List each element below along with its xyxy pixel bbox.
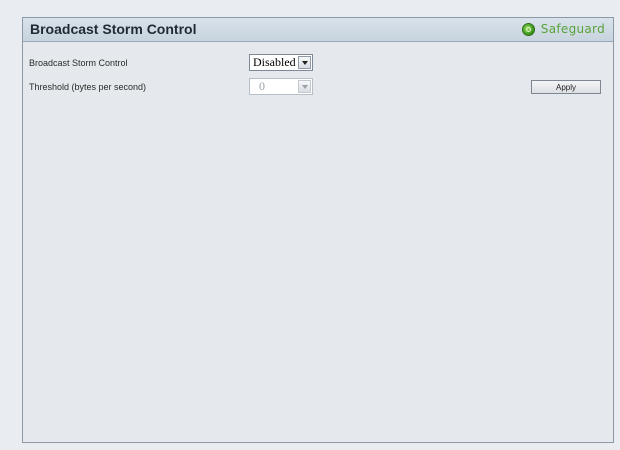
threshold-value: 0 xyxy=(259,79,265,93)
broadcast-storm-control-panel: Broadcast Storm Control Safeguard Broadc… xyxy=(22,17,614,443)
storm-control-label: Broadcast Storm Control xyxy=(29,58,128,68)
storm-control-value: Disabled xyxy=(253,55,296,69)
panel-header: Broadcast Storm Control Safeguard xyxy=(23,18,613,42)
page-title: Broadcast Storm Control xyxy=(30,21,197,37)
threshold-select[interactable]: 0 xyxy=(249,78,313,95)
chevron-down-icon[interactable] xyxy=(298,80,311,93)
threshold-label: Threshold (bytes per second) xyxy=(29,82,147,92)
safeguard-indicator[interactable]: Safeguard xyxy=(521,22,605,36)
chevron-down-icon[interactable] xyxy=(298,56,311,69)
status-dot-icon xyxy=(521,22,535,36)
safeguard-label: Safeguard xyxy=(540,22,605,36)
apply-button[interactable]: Apply xyxy=(531,80,601,94)
storm-control-select[interactable]: Disabled xyxy=(249,54,313,71)
